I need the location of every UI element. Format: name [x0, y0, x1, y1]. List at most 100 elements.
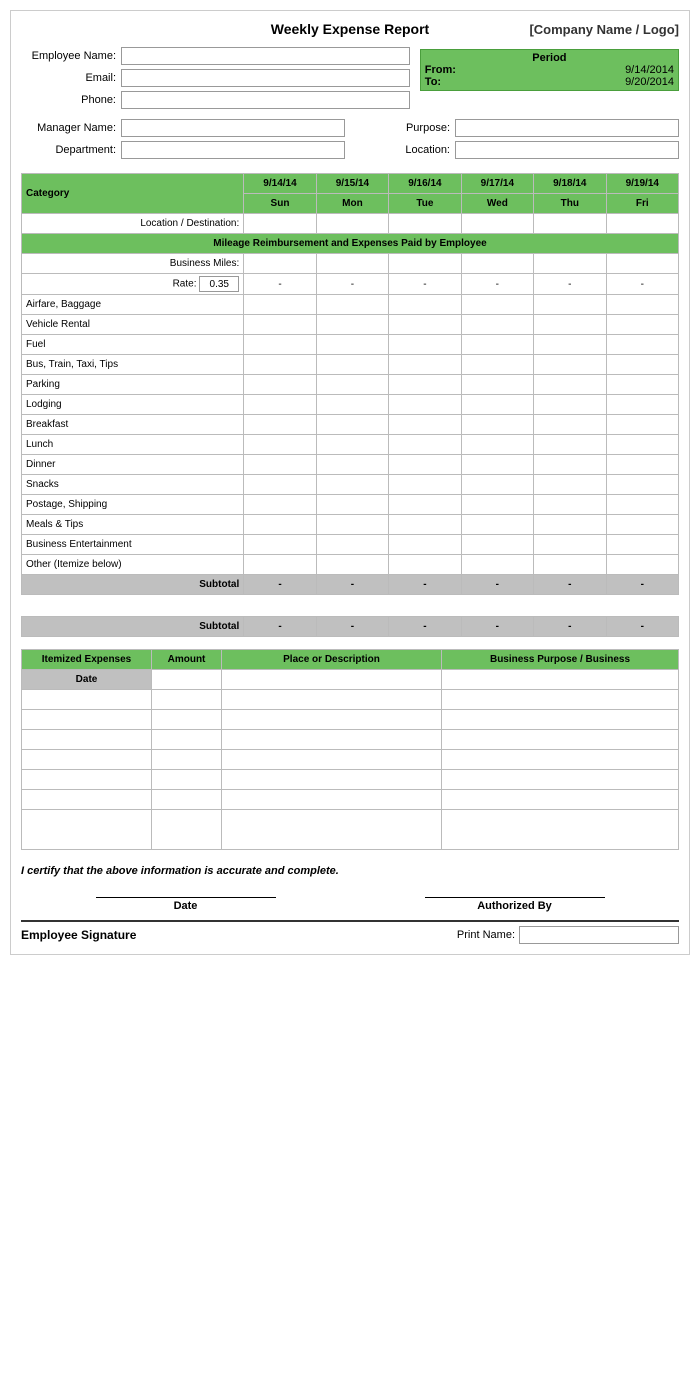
loc-sun[interactable] [244, 214, 316, 234]
category-header: Category [22, 174, 244, 214]
mileage-section-header: Mileage Reimbursement and Expenses Paid … [22, 234, 679, 254]
cat-other: Other (Itemize below) [22, 555, 244, 575]
email-label: Email: [21, 72, 121, 84]
itemized-row [22, 730, 679, 750]
itemized-purpose-header: Business Purpose / Business [442, 650, 679, 670]
email-input[interactable] [121, 69, 410, 87]
date-signature-block: Date [86, 897, 286, 912]
date-sig-label: Date [86, 900, 286, 912]
list-item: Parking [22, 375, 679, 395]
rate-calc-thu: - [534, 274, 606, 295]
certify-text: I certify that the above information is … [21, 865, 679, 877]
spacer-row [22, 595, 679, 617]
date-sun: 9/14/14 [244, 174, 316, 194]
date-thu: 9/18/14 [534, 174, 606, 194]
list-item: Business Entertainment [22, 535, 679, 555]
cat-airfare: Airfare, Baggage [22, 295, 244, 315]
list-item: Meals & Tips [22, 515, 679, 535]
subtotal-label-1: Subtotal [22, 575, 244, 595]
department-input[interactable] [121, 141, 345, 159]
date-mon: 9/15/14 [316, 174, 388, 194]
department-label: Department: [21, 144, 121, 156]
date-sig-line [96, 897, 276, 898]
cat-bus-train: Bus, Train, Taxi, Tips [22, 355, 244, 375]
miles-mon[interactable] [316, 254, 388, 274]
purpose-input[interactable] [455, 119, 679, 137]
list-item: Fuel [22, 335, 679, 355]
list-item: Vehicle Rental [22, 315, 679, 335]
miles-thu[interactable] [534, 254, 606, 274]
subtotal-row-2: Subtotal - - - - - - [22, 617, 679, 637]
list-item: Breakfast [22, 415, 679, 435]
list-item: Postage, Shipping [22, 495, 679, 515]
loc-fri[interactable] [606, 214, 678, 234]
authorized-by-label: Authorized By [415, 900, 615, 912]
list-item: Bus, Train, Taxi, Tips [22, 355, 679, 375]
miles-fri[interactable] [606, 254, 678, 274]
itemized-row [22, 690, 679, 710]
cat-business-entertainment: Business Entertainment [22, 535, 244, 555]
miles-sun[interactable] [244, 254, 316, 274]
period-box: Period From: 9/14/2014 To: 9/20/2014 [420, 49, 679, 91]
date-header: Date [22, 670, 152, 690]
cat-postage: Postage, Shipping [22, 495, 244, 515]
rate-calc-mon: - [316, 274, 388, 295]
location-input[interactable] [455, 141, 679, 159]
employee-name-input[interactable] [121, 47, 410, 65]
miles-tue[interactable] [389, 254, 461, 274]
auth-sig-line [425, 897, 605, 898]
location-label: Location: [355, 144, 455, 156]
loc-tue[interactable] [389, 214, 461, 234]
manager-name-label: Manager Name: [21, 122, 121, 134]
purpose-label: Purpose: [355, 122, 455, 134]
miles-wed[interactable] [461, 254, 533, 274]
itemized-row [22, 810, 679, 850]
subtotal-row-1: Subtotal - - - - - - [22, 575, 679, 595]
rate-calc-wed: - [461, 274, 533, 295]
rate-calc-sun: - [244, 274, 316, 295]
loc-thu[interactable] [534, 214, 606, 234]
date-fri: 9/19/14 [606, 174, 678, 194]
date-tue: 9/16/14 [389, 174, 461, 194]
rate-label: Rate: [173, 279, 197, 290]
itemized-row [22, 790, 679, 810]
rate-input[interactable] [199, 276, 239, 292]
expense-grid: Category 9/14/14 9/15/14 9/16/14 9/17/14… [21, 173, 679, 637]
employee-name-label: Employee Name: [21, 50, 121, 62]
day-tue: Tue [389, 194, 461, 214]
list-item: Dinner [22, 455, 679, 475]
phone-input[interactable] [121, 91, 410, 109]
day-mon: Mon [316, 194, 388, 214]
loc-mon[interactable] [316, 214, 388, 234]
from-date: 9/14/2014 [625, 64, 674, 76]
from-label: From: [425, 64, 456, 76]
manager-name-input[interactable] [121, 119, 345, 137]
list-item: Lodging [22, 395, 679, 415]
list-item: Other (Itemize below) [22, 555, 679, 575]
cat-lodging: Lodging [22, 395, 244, 415]
cat-fuel: Fuel [22, 335, 244, 355]
subtotal-label-2: Subtotal [22, 617, 244, 637]
cat-lunch: Lunch [22, 435, 244, 455]
location-destination-label: Location / Destination: [22, 214, 244, 234]
rate-calc-fri: - [606, 274, 678, 295]
day-fri: Fri [606, 194, 678, 214]
itemized-row [22, 750, 679, 770]
report-title: Weekly Expense Report [240, 21, 459, 37]
employee-signature-label: Employee Signature [21, 928, 136, 942]
print-name-input[interactable] [519, 926, 679, 944]
itemized-amount-header: Amount [152, 650, 222, 670]
itemized-row [22, 710, 679, 730]
itemized-row [22, 770, 679, 790]
period-title: Period [425, 52, 674, 64]
print-name-label: Print Name: [457, 929, 515, 941]
day-thu: Thu [534, 194, 606, 214]
cat-vehicle-rental: Vehicle Rental [22, 315, 244, 335]
cat-breakfast: Breakfast [22, 415, 244, 435]
cat-parking: Parking [22, 375, 244, 395]
rate-calc-tue: - [389, 274, 461, 295]
list-item: Snacks [22, 475, 679, 495]
loc-wed[interactable] [461, 214, 533, 234]
cat-meals-tips: Meals & Tips [22, 515, 244, 535]
to-date: 9/20/2014 [625, 76, 674, 88]
